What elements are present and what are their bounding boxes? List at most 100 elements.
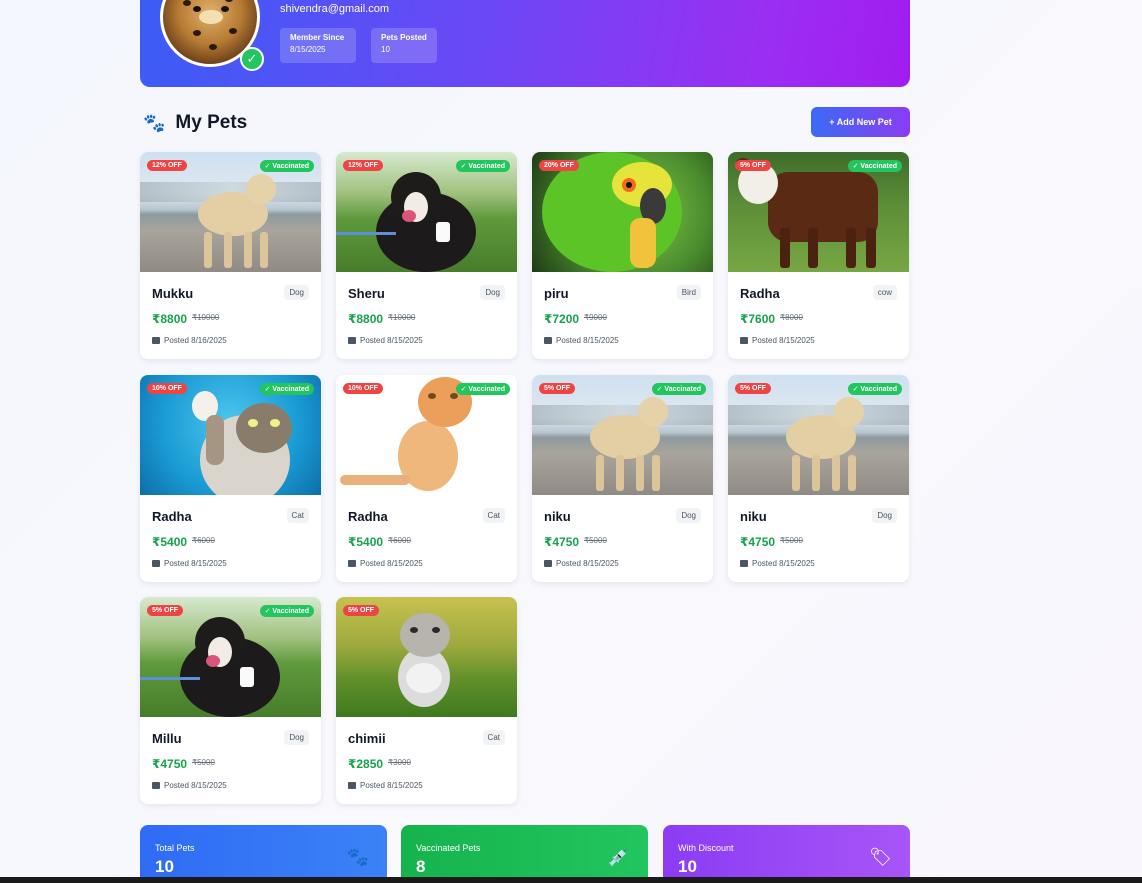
pet-card[interactable]: 10% OFF ✓ Vaccinated Radha Cat ₹5400 ₹6000 Pos…	[140, 375, 321, 582]
pet-price: ₹5400	[348, 535, 384, 549]
paw-icon: 🐾	[346, 847, 369, 867]
pet-posted-date: Posted 8/15/2025	[740, 559, 815, 568]
pet-old-price: ₹5000	[780, 536, 803, 545]
calendar-icon	[348, 560, 356, 567]
pet-name: Radha	[152, 509, 192, 524]
pet-name: piru	[544, 286, 569, 301]
pet-type-badge: Cat	[482, 730, 505, 745]
calendar-icon	[152, 782, 160, 789]
stat-vaccinated-pets: Vaccinated Pets 8 💉	[401, 825, 648, 883]
pet-type-badge: Dog	[284, 285, 309, 300]
calendar-icon	[740, 560, 748, 567]
pet-card[interactable]: 12% OFF ✓ Vaccinated Sheru Dog ₹8800 ₹10000 Po…	[336, 152, 517, 359]
vaccinated-badge: ✓ Vaccinated	[455, 160, 510, 172]
discount-badge: 12% OFF	[147, 160, 187, 171]
pet-card[interactable]: 20% OFF piru Bird ₹7200 ₹9000 Posted 8/15/202…	[532, 152, 713, 359]
stat-total-pets: Total Pets 10 🐾	[140, 825, 387, 883]
pet-type-badge: Cat	[286, 508, 309, 523]
pet-posted-date: Posted 8/15/2025	[348, 559, 423, 568]
discount-badge: 5% OFF	[343, 605, 380, 616]
discount-badge: 12% OFF	[343, 160, 383, 171]
pet-price: ₹2850	[348, 757, 384, 771]
pet-price: ₹7200	[544, 312, 580, 326]
stat-label: Total Pets	[155, 843, 195, 853]
pet-posted-date: Posted 8/15/2025	[152, 781, 227, 790]
tag-icon: 🏷	[869, 847, 892, 867]
discount-badge: 10% OFF	[343, 383, 383, 394]
stat-value: 10	[678, 857, 697, 876]
pet-type-badge: Dog	[872, 508, 897, 523]
posted-text: Posted 8/15/2025	[164, 559, 227, 568]
taskbar-strip	[0, 877, 1142, 883]
stat-value: 8	[416, 857, 426, 876]
pet-old-price: ₹6000	[388, 536, 411, 545]
pet-card[interactable]: 5% OFF ✓ Vaccinated Millu Dog ₹4750 ₹5000 Post…	[140, 597, 321, 804]
pet-price: ₹8800	[348, 312, 384, 326]
pet-posted-date: Posted 8/15/2025	[740, 336, 815, 345]
vaccinated-badge: ✓ Vaccinated	[847, 160, 902, 172]
discount-badge: 20% OFF	[539, 160, 579, 171]
pet-old-price: ₹5000	[192, 758, 215, 767]
posted-text: Posted 8/15/2025	[752, 559, 815, 568]
pet-type-badge: Bird	[676, 285, 701, 300]
pet-type-badge: Cat	[482, 508, 505, 523]
pet-type-badge: Dog	[676, 508, 701, 523]
pet-old-price: ₹5000	[584, 536, 607, 545]
pet-type-badge: Dog	[284, 730, 309, 745]
pet-price: ₹4750	[740, 535, 776, 549]
pet-old-price: ₹6000	[192, 536, 215, 545]
calendar-icon	[544, 337, 552, 344]
pet-posted-date: Posted 8/15/2025	[348, 781, 423, 790]
pet-posted-date: Posted 8/15/2025	[152, 559, 227, 568]
pet-posted-date: Posted 8/15/2025	[544, 559, 619, 568]
pet-name: niku	[740, 509, 767, 524]
pet-name: Mukku	[152, 286, 194, 301]
posted-text: Posted 8/15/2025	[360, 336, 423, 345]
posted-text: Posted 8/16/2025	[164, 336, 227, 345]
pet-price: ₹4750	[152, 757, 188, 771]
section-title: My Pets	[175, 112, 248, 133]
pet-name: chimii	[348, 731, 386, 746]
profile-email: shivendra@gmail.com	[280, 3, 389, 15]
member-since-chip: Member Since 8/15/2025	[280, 28, 356, 63]
pet-name: Sheru	[348, 286, 385, 301]
discount-badge: 5% OFF	[147, 605, 184, 616]
posted-text: Posted 8/15/2025	[556, 559, 619, 568]
pet-card[interactable]: 5% OFF ✓ Vaccinated Radha cow ₹7600 ₹8000 Post…	[728, 152, 909, 359]
pet-card[interactable]: 5% OFF ✓ Vaccinated niku Dog ₹4750 ₹5000 Poste…	[728, 375, 909, 582]
pet-card[interactable]: 12% OFF ✓ Vaccinated Mukku Dog ₹8800 ₹10000 Po…	[140, 152, 321, 359]
pet-price: ₹7600	[740, 312, 776, 326]
pet-card[interactable]: 5% OFF ✓ Vaccinated niku Dog ₹4750 ₹5000 Poste…	[532, 375, 713, 582]
discount-badge: 5% OFF	[539, 383, 576, 394]
pet-posted-date: Posted 8/15/2025	[348, 336, 423, 345]
pet-old-price: ₹10000	[388, 313, 416, 322]
pet-price: ₹8800	[152, 312, 188, 326]
calendar-icon	[152, 560, 160, 567]
vaccinated-badge: ✓ Vaccinated	[651, 383, 706, 395]
verified-check-icon: ✓	[240, 47, 264, 71]
pet-type-badge: cow	[872, 285, 897, 300]
pet-name: Radha	[348, 509, 388, 524]
pet-old-price: ₹3000	[388, 758, 411, 767]
calendar-icon	[152, 337, 160, 344]
pet-card[interactable]: 5% OFF chimii Cat ₹2850 ₹3000 Posted 8/15/202…	[336, 597, 517, 804]
pets-posted-label: Pets Posted	[381, 33, 427, 42]
posted-text: Posted 8/15/2025	[360, 781, 423, 790]
discount-badge: 5% OFF	[735, 383, 772, 394]
pet-price: ₹5400	[152, 535, 188, 549]
stat-label: Vaccinated Pets	[416, 843, 481, 853]
pet-old-price: ₹8000	[780, 313, 803, 322]
pet-card[interactable]: 10% OFF ✓ Vaccinated Radha Cat ₹5400 ₹6000 Pos…	[336, 375, 517, 582]
section-header: 🐾 My Pets	[143, 110, 247, 136]
stat-label: With Discount	[678, 843, 734, 853]
calendar-icon	[544, 560, 552, 567]
calendar-icon	[348, 337, 356, 344]
vaccinated-badge: ✓ Vaccinated	[259, 383, 314, 395]
pets-posted-value: 10	[381, 45, 390, 54]
pet-posted-date: Posted 8/15/2025	[544, 336, 619, 345]
vaccinated-badge: ✓ Vaccinated	[455, 383, 510, 395]
discount-badge: 10% OFF	[147, 383, 187, 394]
posted-text: Posted 8/15/2025	[556, 336, 619, 345]
add-new-pet-button[interactable]: + Add New Pet	[811, 107, 910, 137]
vaccinated-badge: ✓ Vaccinated	[259, 605, 314, 617]
